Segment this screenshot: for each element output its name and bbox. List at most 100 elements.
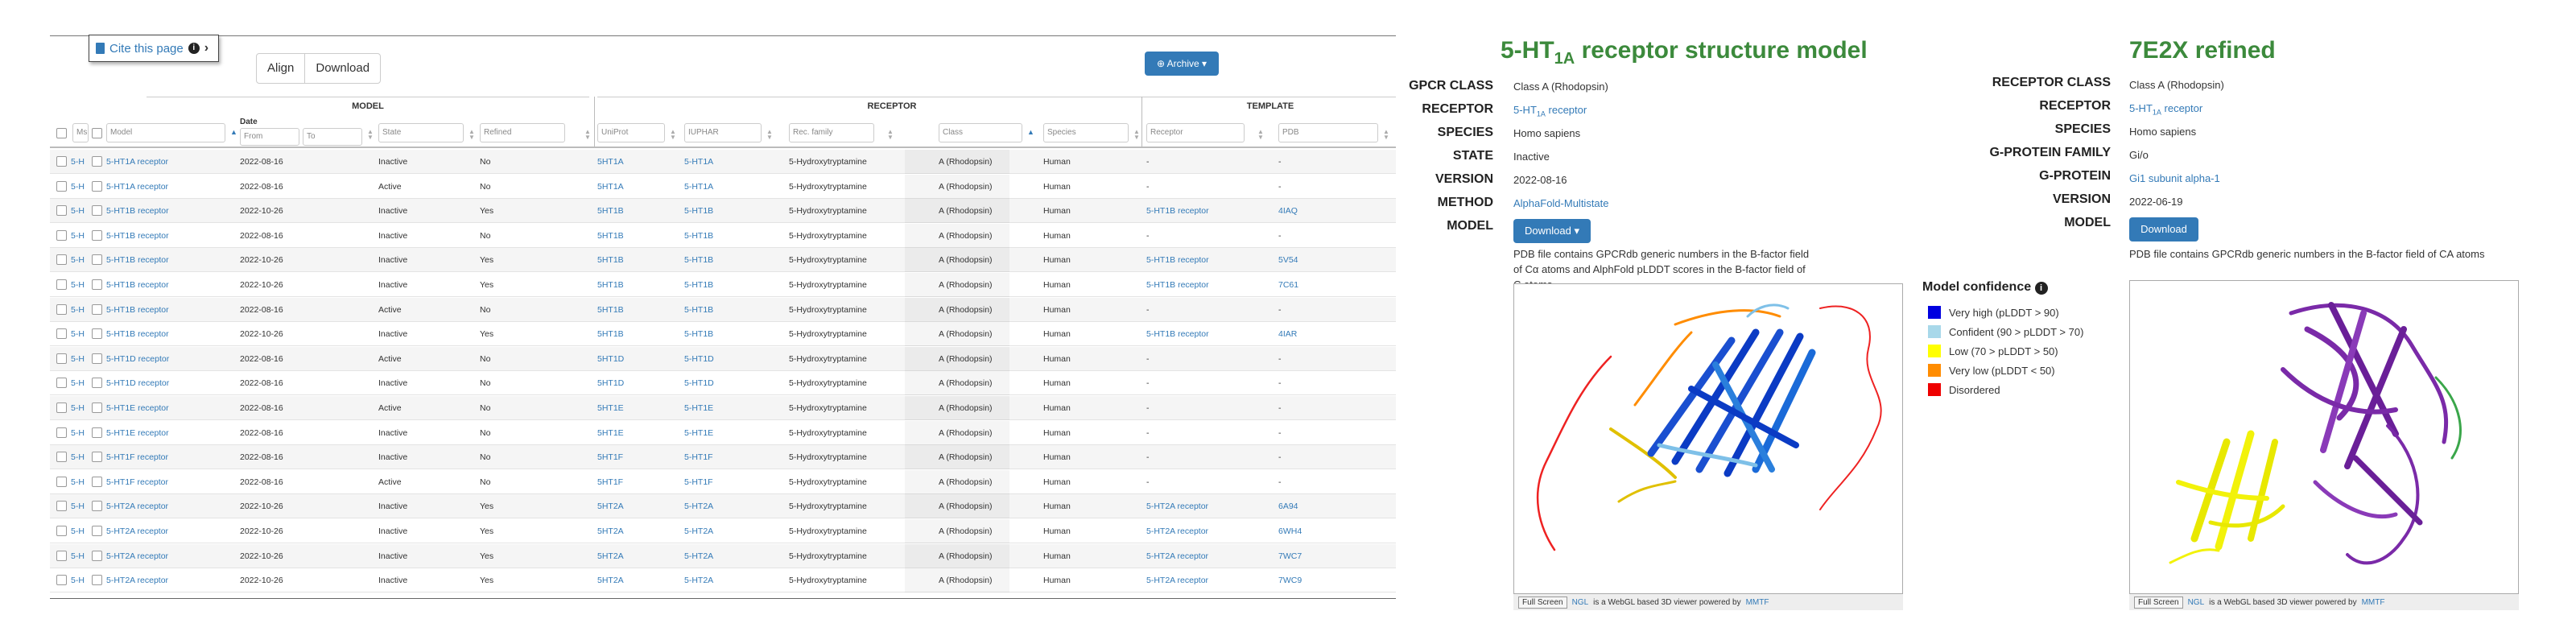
row-select-checkbox[interactable] — [92, 501, 102, 512]
sort-icon[interactable]: ▲ ▼ — [584, 129, 591, 141]
cite-link[interactable]: Cite this page — [109, 42, 184, 56]
cell-ms[interactable]: 5-H — [71, 428, 85, 438]
row-select-checkbox[interactable] — [92, 156, 102, 167]
cell-treceptor[interactable]: 5-HT2A receptor — [1146, 576, 1208, 585]
cell-uniprot[interactable]: 5HT1B — [597, 255, 624, 265]
g-protein-link[interactable]: Gi1 subunit alpha-1 — [2129, 172, 2220, 184]
cell-model[interactable]: 5-HT2A receptor — [106, 576, 168, 585]
cell-treceptor[interactable]: 5-HT2A receptor — [1146, 502, 1208, 511]
cell-model[interactable]: 5-HT1D receptor — [106, 354, 169, 364]
fullscreen-button[interactable]: Full Screen — [2134, 596, 2183, 609]
row-checkbox[interactable] — [56, 180, 67, 192]
cell-uniprot[interactable]: 5HT1A — [597, 157, 624, 167]
align-button[interactable]: Align — [257, 54, 304, 83]
cell-uniprot[interactable]: 5HT1E — [597, 403, 624, 413]
row-checkbox[interactable] — [56, 229, 67, 241]
ngl-link[interactable]: NGL — [2188, 598, 2205, 607]
row-checkbox[interactable] — [56, 328, 67, 340]
row-select-checkbox[interactable] — [92, 353, 102, 364]
receptor-link[interactable]: 5-HT1A receptor — [2129, 102, 2202, 117]
cell-iuphar[interactable]: 5-HT1B — [684, 255, 713, 265]
cell-uniprot[interactable]: 5HT1B — [597, 305, 624, 315]
cell-model[interactable]: 5-HT1B receptor — [106, 329, 169, 339]
row-checkbox[interactable] — [56, 501, 67, 512]
cell-ms[interactable]: 5-H — [71, 329, 85, 339]
row-select-checkbox[interactable] — [92, 575, 102, 586]
cell-iuphar[interactable]: 5-HT1F — [684, 477, 713, 487]
receptor-link[interactable]: 5-HT1A receptor — [1513, 104, 1587, 118]
cell-ms[interactable]: 5-H — [71, 280, 85, 290]
iuphar-filter-input[interactable]: IUPHAR — [684, 123, 762, 142]
cell-iuphar[interactable]: 5-HT1D — [684, 354, 714, 364]
date-to-input[interactable]: To — [303, 128, 362, 146]
row-checkbox[interactable] — [56, 279, 67, 290]
row-select-checkbox[interactable] — [92, 550, 102, 561]
mmtf-link[interactable]: MMTF — [2362, 598, 2385, 607]
cell-model[interactable]: 5-HT1B receptor — [106, 231, 169, 241]
cell-model[interactable]: 5-HT1A receptor — [106, 182, 168, 192]
cell-model[interactable]: 5-HT1E receptor — [106, 428, 169, 438]
sort-icon[interactable]: ▲ ▼ — [1257, 129, 1264, 141]
cell-ms[interactable]: 5-H — [71, 231, 85, 241]
cell-treceptor[interactable]: 5-HT2A receptor — [1146, 551, 1208, 561]
cell-model[interactable]: 5-HT1B receptor — [106, 255, 169, 265]
select-all-checkbox[interactable] — [56, 128, 67, 138]
cell-ms[interactable]: 5-H — [71, 551, 85, 561]
row-checkbox[interactable] — [56, 427, 67, 438]
cell-model[interactable]: 5-HT1D receptor — [106, 378, 169, 388]
cell-model[interactable]: 5-HT1B receptor — [106, 206, 169, 216]
sort-icon[interactable]: ▲ ▼ — [1383, 129, 1389, 141]
cell-treceptor[interactable]: 5-HT1B receptor — [1146, 329, 1209, 339]
cell-iuphar[interactable]: 5-HT2A — [684, 526, 713, 536]
cell-ms[interactable]: 5-H — [71, 526, 85, 536]
cell-ms[interactable]: 5-H — [71, 305, 85, 315]
cell-uniprot[interactable]: 5HT2A — [597, 576, 624, 585]
cell-ms[interactable]: 5-H — [71, 477, 85, 487]
sort-icon[interactable]: ▲ ▼ — [1133, 129, 1140, 141]
row-checkbox[interactable] — [56, 353, 67, 364]
archive-dropdown-button[interactable]: ⊕ Archive ▾ — [1145, 52, 1219, 76]
row-checkbox[interactable] — [56, 205, 67, 217]
cell-treceptor[interactable]: 5-HT1B receptor — [1146, 280, 1209, 290]
fullscreen-button[interactable]: Full Screen — [1518, 596, 1567, 609]
cell-uniprot[interactable]: 5HT2A — [597, 551, 624, 561]
cell-iuphar[interactable]: 5-HT1A — [684, 182, 713, 192]
cell-iuphar[interactable]: 5-HT1F — [684, 452, 713, 462]
uniprot-filter-input[interactable]: UniProt — [597, 123, 665, 142]
mmtf-link[interactable]: MMTF — [1746, 598, 1769, 607]
cell-pdb[interactable]: 5V54 — [1278, 255, 1298, 265]
cell-iuphar[interactable]: 5-HT1E — [684, 403, 713, 413]
cite-this-page-button[interactable]: Cite this page i › — [89, 35, 219, 62]
cell-ms[interactable]: 5-H — [71, 354, 85, 364]
cell-pdb[interactable]: 4IAQ — [1278, 206, 1298, 216]
cell-iuphar[interactable]: 5-HT1B — [684, 305, 713, 315]
cell-ms[interactable]: 5-H — [71, 378, 85, 388]
cell-iuphar[interactable]: 5-HT1B — [684, 329, 713, 339]
row-checkbox[interactable] — [56, 254, 67, 266]
cell-uniprot[interactable]: 5HT1D — [597, 378, 624, 388]
row-select-checkbox[interactable] — [92, 427, 102, 438]
ngl-link[interactable]: NGL — [1572, 598, 1589, 607]
cell-iuphar[interactable]: 5-HT1B — [684, 280, 713, 290]
cell-treceptor[interactable]: 5-HT2A receptor — [1146, 526, 1208, 536]
class-filter-input[interactable]: Class — [939, 123, 1022, 142]
cell-iuphar[interactable]: 5-HT1D — [684, 378, 714, 388]
cell-uniprot[interactable]: 5HT1B — [597, 280, 624, 290]
chevron-right-icon[interactable]: › — [204, 41, 208, 56]
cell-treceptor[interactable]: 5-HT1B receptor — [1146, 255, 1209, 265]
cell-iuphar[interactable]: 5-HT2A — [684, 576, 713, 585]
cell-model[interactable]: 5-HT1B receptor — [106, 305, 169, 315]
row-checkbox[interactable] — [56, 476, 67, 487]
cell-treceptor[interactable]: 5-HT1B receptor — [1146, 206, 1209, 216]
cell-model[interactable]: 5-HT1F receptor — [106, 477, 168, 487]
cell-ms[interactable]: 5-H — [71, 452, 85, 462]
sort-icon[interactable]: ▲ ▼ — [469, 129, 475, 141]
cell-iuphar[interactable]: 5-HT2A — [684, 551, 713, 561]
cell-model[interactable]: 5-HT2A receptor — [106, 551, 168, 561]
cell-pdb[interactable]: 6WH4 — [1278, 526, 1302, 536]
cell-model[interactable]: 5-HT1F receptor — [106, 452, 168, 462]
cell-ms[interactable]: 5-H — [71, 502, 85, 511]
method-link[interactable]: AlphaFold-Multistate — [1513, 197, 1609, 209]
cell-model[interactable]: 5-HT1B receptor — [106, 280, 169, 290]
template-receptor-filter-input[interactable]: Receptor — [1146, 123, 1245, 142]
